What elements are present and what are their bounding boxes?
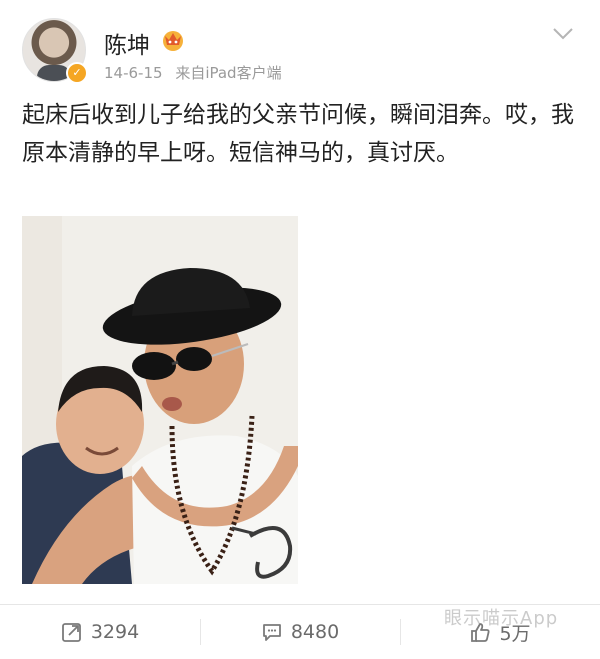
chevron-down-icon[interactable] [552, 22, 574, 44]
repost-count: 3294 [90, 621, 140, 643]
post-text: 起床后收到儿子给我的父亲节问候，瞬间泪奔。哎，我原本清静的早上呀。短信神马的，真… [22, 102, 574, 166]
verified-badge-icon: ✓ [66, 62, 88, 84]
repost-button[interactable]: 3294 [0, 605, 200, 659]
post-timestamp: 14-6-15 [104, 64, 163, 82]
post-photo[interactable] [22, 216, 298, 584]
watermark: 眼示喵示App [444, 608, 559, 629]
vip-crown-icon[interactable] [160, 28, 186, 52]
post-meta: 14-6-15 来自iPad客户端 [104, 62, 290, 83]
comment-icon [262, 624, 281, 641]
comment-button[interactable]: 8480 [200, 605, 400, 659]
comment-count: 8480 [290, 621, 340, 643]
repost-icon [61, 623, 81, 642]
username[interactable]: 陈坤 [104, 26, 150, 60]
post-source[interactable]: 来自iPad客户端 [175, 64, 281, 82]
